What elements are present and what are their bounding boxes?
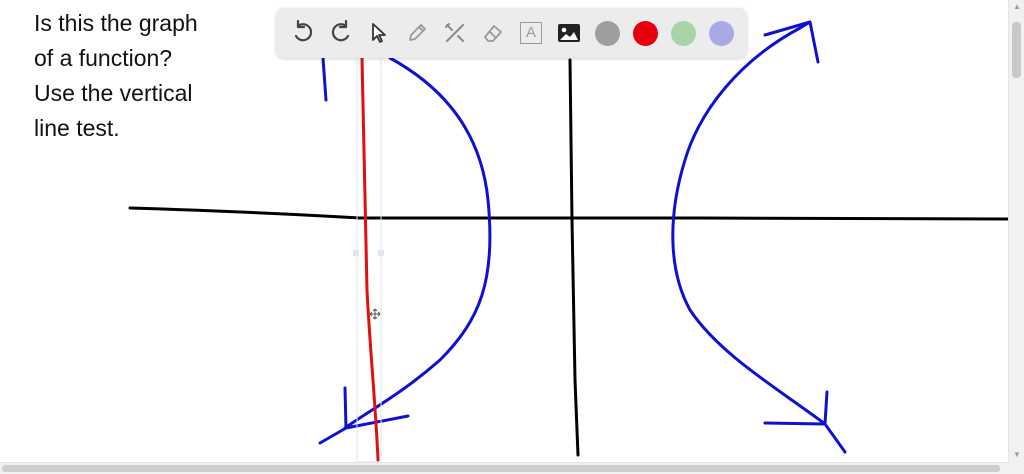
tools-icon <box>445 23 464 42</box>
selection-handle-left[interactable] <box>353 250 359 256</box>
color-red-button[interactable] <box>626 14 664 52</box>
question-text: Is this the graph of a function? Use the… <box>34 6 254 146</box>
color-gray-button[interactable] <box>588 14 626 52</box>
redo-button[interactable] <box>322 14 360 52</box>
eraser-icon <box>484 25 502 42</box>
whiteboard-canvas[interactable]: Is this the graph of a function? Use the… <box>0 0 1008 462</box>
right-top-arrowhead <box>763 20 820 64</box>
scroll-up-arrow[interactable]: ▲ <box>1009 0 1024 14</box>
y-axis-stroke <box>568 58 580 457</box>
eraser-button[interactable] <box>474 14 512 52</box>
move-cursor-icon <box>369 308 381 320</box>
tools-button[interactable] <box>436 14 474 52</box>
image-icon <box>558 24 580 42</box>
pen-button[interactable] <box>398 14 436 52</box>
selection-guide <box>356 54 382 462</box>
color-red-swatch <box>632 20 658 46</box>
redo-icon <box>331 20 350 42</box>
vertical-test-line[interactable] <box>360 56 380 462</box>
right-bottom-arrowhead <box>763 390 847 454</box>
question-line-1: Is this the graph <box>34 10 198 36</box>
pen-icon <box>409 24 426 41</box>
scrollbar-corner <box>1008 462 1024 474</box>
vertical-scrollbar[interactable]: ▲ ▼ <box>1008 0 1024 462</box>
select-button[interactable] <box>360 14 398 52</box>
horizontal-scroll-thumb[interactable] <box>2 465 1000 472</box>
color-green-button[interactable] <box>664 14 702 52</box>
text-box-button[interactable]: A <box>512 14 550 52</box>
undo-button[interactable] <box>284 14 322 52</box>
question-line-4: line test. <box>34 115 120 141</box>
select-pointer-icon <box>372 23 386 43</box>
drawing-toolbar: A <box>276 8 747 58</box>
left-curve-top-tick <box>321 56 328 102</box>
vertical-scroll-thumb[interactable] <box>1012 22 1021 78</box>
text-box-icon: A <box>520 22 542 44</box>
color-green-swatch <box>670 20 696 46</box>
selection-handle-right[interactable] <box>378 250 384 256</box>
undo-icon <box>294 20 313 42</box>
image-button[interactable] <box>550 14 588 52</box>
right-curve-stroke <box>671 26 827 426</box>
horizontal-scrollbar[interactable] <box>0 462 1008 474</box>
x-axis-stroke <box>128 206 1008 221</box>
scroll-down-arrow[interactable]: ▼ <box>1009 448 1024 462</box>
question-line-2: of a function? <box>34 45 173 71</box>
color-lavender-button[interactable] <box>702 14 740 52</box>
question-line-3: Use the vertical <box>34 80 193 106</box>
color-gray-swatch <box>594 20 620 46</box>
color-lavender-swatch <box>708 20 734 46</box>
